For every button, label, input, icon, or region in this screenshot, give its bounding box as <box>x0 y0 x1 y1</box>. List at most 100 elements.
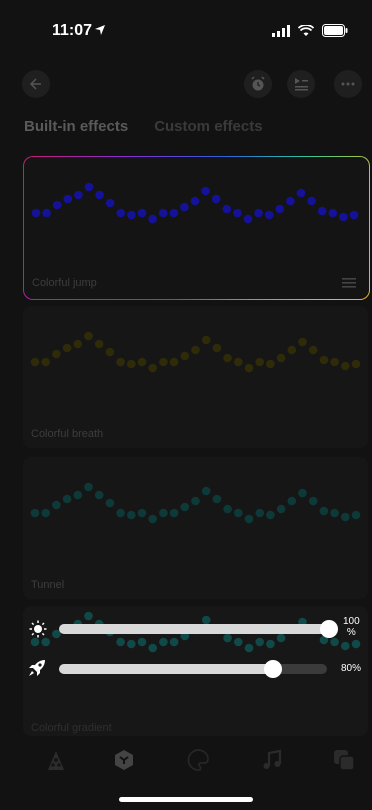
status-bar: 11:07 <box>0 0 372 60</box>
tab-custom-effects[interactable]: Custom effects <box>154 118 262 135</box>
preview-dot <box>52 349 61 359</box>
preview-dot <box>201 335 211 345</box>
preview-dot <box>159 508 168 518</box>
preview-dot <box>233 208 242 218</box>
preview-dot <box>351 359 361 369</box>
effect-name: Colorful breath <box>31 428 104 440</box>
preview-dot <box>308 496 318 506</box>
preview-dot <box>73 490 83 500</box>
preview-dot <box>308 345 318 355</box>
speed-slider[interactable] <box>59 660 327 678</box>
preview-dot <box>180 502 190 512</box>
preview-dot <box>180 202 189 212</box>
preview-dot <box>211 194 221 204</box>
preview-dot <box>148 363 157 373</box>
preview-dot <box>191 496 200 506</box>
preview-dot <box>169 508 179 518</box>
preview-dot <box>317 206 327 216</box>
preview-dot <box>328 208 338 218</box>
preview-dot <box>287 345 297 355</box>
preview-dot <box>180 351 190 361</box>
preview-dot <box>298 488 307 498</box>
preview-dot <box>244 363 254 373</box>
preview-dot <box>137 208 147 218</box>
brightness-thumb[interactable] <box>320 620 338 638</box>
preview-dot <box>169 208 179 218</box>
preview-dot <box>95 190 104 200</box>
preview-dot <box>244 643 254 653</box>
playlist-button[interactable] <box>287 70 315 98</box>
preview-dot <box>84 611 93 621</box>
effects-tab-icon[interactable] <box>44 748 68 772</box>
battery-icon <box>322 24 348 37</box>
effect-preview-dots <box>30 482 361 524</box>
preview-dot <box>234 357 243 367</box>
alarm-icon <box>251 76 265 91</box>
preview-dot <box>30 357 40 367</box>
preview-dot <box>169 357 179 367</box>
reorder-icon[interactable] <box>342 278 356 288</box>
preview-dot <box>307 196 316 206</box>
preview-dot <box>116 637 125 647</box>
preview-dot <box>266 359 275 369</box>
preview-dot <box>63 194 73 204</box>
preview-dot <box>62 494 72 504</box>
preview-dot <box>255 508 264 518</box>
alarm-button[interactable] <box>244 70 272 98</box>
preview-dot <box>137 637 147 647</box>
preview-dot <box>223 504 232 514</box>
preview-dot <box>223 353 232 363</box>
preview-dot <box>84 331 93 341</box>
preview-dot <box>351 510 361 520</box>
preview-dot <box>159 357 168 367</box>
cube-tab-icon[interactable] <box>112 748 136 772</box>
preview-dot <box>286 196 295 206</box>
preview-dot <box>287 496 297 506</box>
preview-dot <box>94 490 104 500</box>
preview-dot <box>105 347 115 357</box>
preview-dot <box>266 510 275 520</box>
back-icon <box>30 78 41 90</box>
music-tab-icon[interactable] <box>260 748 284 772</box>
effect-card-colorful-jump[interactable]: Colorful jump <box>23 156 370 300</box>
palette-tab-icon[interactable] <box>186 748 210 772</box>
queue-icon <box>295 78 308 91</box>
preview-dot <box>127 510 136 520</box>
preview-dot <box>234 637 243 647</box>
preview-dot <box>234 508 243 518</box>
copy-tab-icon[interactable] <box>332 748 356 772</box>
tab-built-in-effects[interactable]: Built-in effects <box>24 118 128 135</box>
preview-dot <box>105 198 115 208</box>
back-button[interactable] <box>22 70 50 98</box>
preview-dot <box>169 637 179 647</box>
preview-dot <box>201 486 211 496</box>
effect-name: Colorful jump <box>32 277 97 289</box>
preview-dot <box>243 214 253 224</box>
preview-dot <box>116 508 125 518</box>
preview-dot <box>158 208 168 218</box>
preview-dot <box>296 188 306 198</box>
preview-dot <box>94 339 104 349</box>
preview-dot <box>62 343 72 353</box>
brightness-value: 100 % <box>343 616 360 638</box>
preview-dot <box>351 639 361 649</box>
preview-dot <box>148 514 157 524</box>
preview-dot <box>212 494 222 504</box>
preview-dot <box>148 214 157 224</box>
preview-dot <box>330 508 339 518</box>
preview-dot <box>341 361 350 371</box>
effect-card-colorful-breath[interactable]: Colorful breath <box>23 306 368 448</box>
preview-dot <box>222 204 232 214</box>
effect-card-tunnel[interactable]: Tunnel <box>23 457 368 599</box>
top-bar <box>0 70 372 102</box>
preview-dot <box>201 615 211 625</box>
more-button[interactable] <box>334 70 362 98</box>
sun-icon <box>29 620 47 638</box>
signal-icon <box>272 24 290 37</box>
preview-dot <box>244 514 254 524</box>
preview-dot <box>341 512 350 522</box>
preview-dot <box>127 210 136 220</box>
preview-dot <box>127 639 136 649</box>
brightness-slider[interactable] <box>59 620 338 638</box>
preview-dot <box>84 482 93 492</box>
